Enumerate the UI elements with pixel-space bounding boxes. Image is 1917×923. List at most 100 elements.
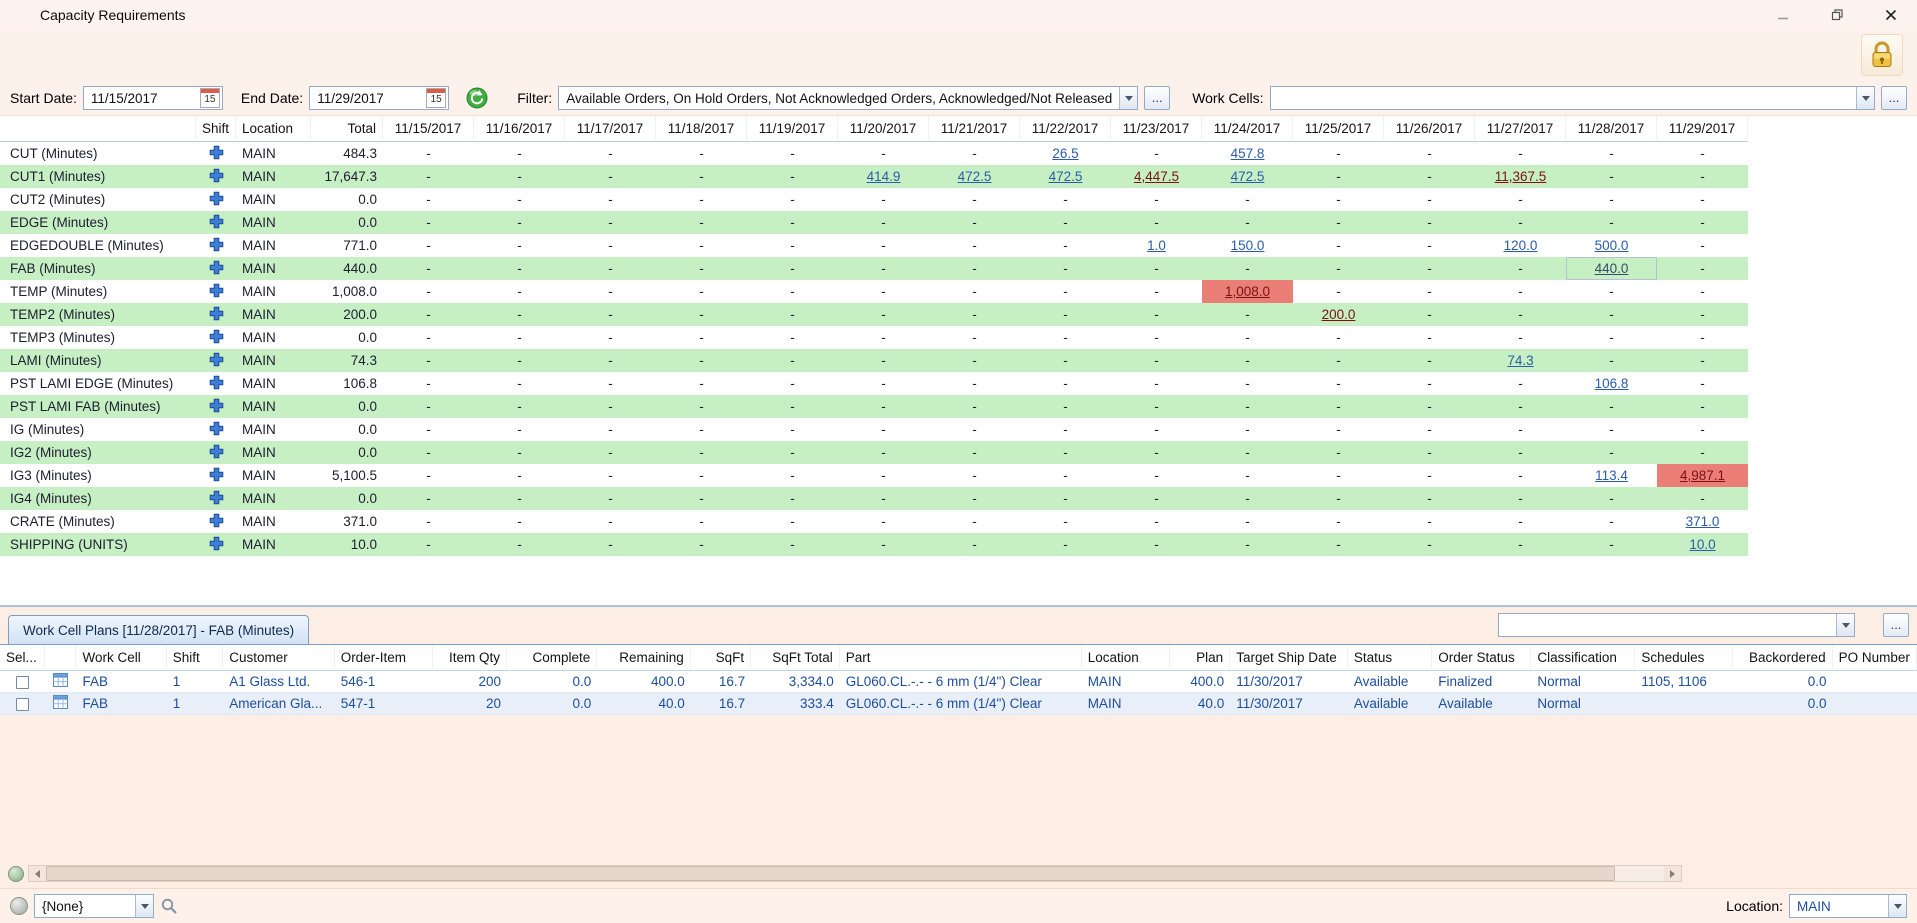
capacity-cell-link[interactable]: 1.0 [1111,234,1202,257]
plans-column-header[interactable]: Shift [167,645,224,671]
layout-selector-combo[interactable]: {None} [34,894,154,918]
column-header-date[interactable]: 11/23/2017 [1111,116,1202,142]
plans-column-header[interactable]: SqFt [691,645,751,671]
plans-column-header[interactable] [45,645,77,671]
plans-ellipsis-button[interactable]: ... [1883,613,1909,637]
plans-column-header[interactable]: Item Qty [433,645,507,671]
plan-select-cell[interactable] [0,693,45,715]
chevron-down-icon[interactable] [1836,614,1854,636]
expand-plus-icon[interactable] [196,418,236,441]
statusbar-orb-icon[interactable] [10,897,28,915]
end-date-value[interactable]: 11/29/2017 [317,91,426,106]
tab-work-cell-plans[interactable]: Work Cell Plans [11/28/2017] - FAB (Minu… [8,615,309,644]
capacity-cell-selected[interactable]: 440.0 [1566,257,1657,280]
plan-detail-icon[interactable] [45,671,77,693]
plans-column-header[interactable]: Status [1348,645,1432,671]
chevron-down-icon[interactable] [135,895,153,917]
plans-column-header[interactable]: Location [1082,645,1170,671]
plan-select-cell[interactable] [0,671,45,693]
expand-plus-icon[interactable] [196,326,236,349]
filter-combo[interactable]: Available Orders, On Hold Orders, Not Ac… [558,86,1138,110]
expand-plus-icon[interactable] [196,349,236,372]
column-header-date[interactable]: 11/15/2017 [383,116,474,142]
column-header-date[interactable]: 11/18/2017 [656,116,747,142]
start-date-field[interactable]: 11/15/2017 15 [83,86,223,110]
column-header-date[interactable]: 11/22/2017 [1020,116,1111,142]
capacity-cell-link[interactable]: 500.0 [1566,234,1657,257]
column-header-date[interactable]: 11/16/2017 [474,116,565,142]
close-icon[interactable] [1883,7,1899,23]
expand-plus-icon[interactable] [196,487,236,510]
capacity-cell-link[interactable]: 371.0 [1657,510,1748,533]
scroll-corner-icon[interactable] [8,866,24,882]
expand-plus-icon[interactable] [196,441,236,464]
filter-combo-value[interactable]: Available Orders, On Hold Orders, Not Ac… [559,91,1119,106]
column-header-shift[interactable]: Shift [196,116,236,142]
plans-column-header[interactable]: Classification [1531,645,1635,671]
chevron-down-icon[interactable] [1119,87,1137,109]
capacity-cell-link[interactable]: 457.8 [1202,142,1293,165]
location-combo[interactable]: MAIN [1789,894,1907,918]
expand-plus-icon[interactable] [196,372,236,395]
capacity-cell-overload[interactable]: 1,008.0 [1202,280,1293,303]
column-header-date[interactable]: 11/28/2017 [1566,116,1657,142]
work-cells-ellipsis-button[interactable]: ... [1881,86,1907,110]
capacity-cell-overload[interactable]: 11,367.5 [1475,165,1566,188]
capacity-cell-overload[interactable]: 4,987.1 [1657,464,1748,487]
expand-plus-icon[interactable] [196,303,236,326]
plans-column-header[interactable]: SqFt Total [751,645,840,671]
column-header-date[interactable]: 11/26/2017 [1384,116,1475,142]
layout-selector-value[interactable]: {None} [35,899,135,914]
calendar-icon[interactable]: 15 [426,88,446,108]
chevron-down-icon[interactable] [1888,895,1906,917]
start-date-value[interactable]: 11/15/2017 [91,91,200,106]
capacity-cell-link[interactable]: 472.5 [929,165,1020,188]
capacity-cell-link[interactable]: 120.0 [1475,234,1566,257]
plans-column-header[interactable]: Order-Item [335,645,433,671]
capacity-cell-overload[interactable]: 4,447.5 [1111,165,1202,188]
capacity-cell-link[interactable]: 26.5 [1020,142,1111,165]
column-header-date[interactable]: 11/19/2017 [747,116,838,142]
restore-icon[interactable] [1829,7,1845,23]
expand-plus-icon[interactable] [196,464,236,487]
lock-icon[interactable] [1861,34,1903,76]
column-header-total[interactable]: Total [311,116,383,142]
calendar-icon[interactable]: 15 [200,88,220,108]
capacity-cell-link[interactable]: 74.3 [1475,349,1566,372]
filter-ellipsis-button[interactable]: ... [1144,86,1170,110]
column-header-date[interactable]: 11/24/2017 [1202,116,1293,142]
expand-plus-icon[interactable] [196,510,236,533]
capacity-cell-link[interactable]: 10.0 [1657,533,1748,556]
minimize-icon[interactable] [1775,7,1791,23]
column-header-location[interactable]: Location [236,116,311,142]
capacity-cell-link[interactable]: 113.4 [1566,464,1657,487]
plan-detail-icon[interactable] [45,693,77,715]
plans-column-header[interactable]: Remaining [597,645,691,671]
plans-column-header[interactable]: Backordered [1733,645,1832,671]
search-icon[interactable] [160,897,178,915]
plans-column-header[interactable]: Sel... [0,645,45,671]
expand-plus-icon[interactable] [196,211,236,234]
plans-column-header[interactable]: Target Ship Date [1230,645,1348,671]
plans-column-header[interactable]: Order Status [1432,645,1531,671]
plans-column-header[interactable]: Customer [223,645,334,671]
plans-filter-combo[interactable] [1498,613,1855,637]
column-header-workcell[interactable] [0,116,196,142]
scroll-thumb[interactable] [46,866,1615,881]
location-combo-value[interactable]: MAIN [1790,899,1888,914]
end-date-field[interactable]: 11/29/2017 15 [309,86,449,110]
scroll-track[interactable] [46,866,1664,881]
plans-column-header[interactable]: Schedules [1635,645,1733,671]
capacity-cell-link[interactable]: 150.0 [1202,234,1293,257]
capacity-cell-link[interactable]: 472.5 [1202,165,1293,188]
expand-plus-icon[interactable] [196,165,236,188]
capacity-cell-link[interactable]: 414.9 [838,165,929,188]
expand-plus-icon[interactable] [196,142,236,165]
expand-plus-icon[interactable] [196,280,236,303]
capacity-cell-link[interactable]: 472.5 [1020,165,1111,188]
column-header-date[interactable]: 11/20/2017 [838,116,929,142]
work-cells-combo[interactable] [1270,86,1876,110]
plans-column-header[interactable]: Complete [507,645,597,671]
column-header-date[interactable]: 11/29/2017 [1657,116,1748,142]
chevron-down-icon[interactable] [1856,87,1874,109]
